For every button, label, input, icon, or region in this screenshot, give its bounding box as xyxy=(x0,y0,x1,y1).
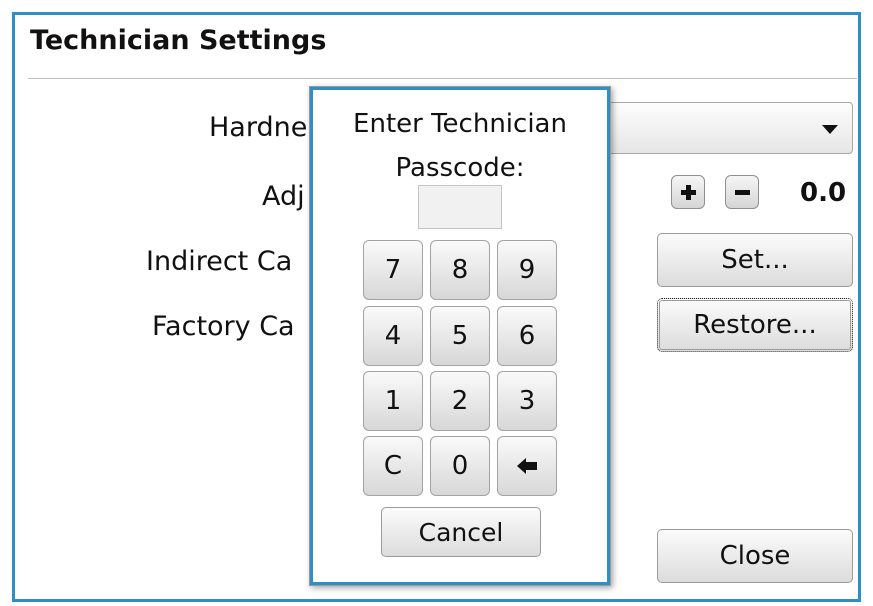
increment-button[interactable] xyxy=(671,175,705,209)
adjust-label: Adj xyxy=(262,181,305,212)
window-title: Technician Settings xyxy=(30,25,327,56)
key-5[interactable]: 5 xyxy=(430,306,490,366)
hardness-label: Hardne xyxy=(209,112,308,143)
key-6[interactable]: 6 xyxy=(497,306,557,366)
title-divider xyxy=(28,78,857,79)
key-1[interactable]: 1 xyxy=(363,371,423,431)
arrow-left-icon xyxy=(517,458,537,474)
cancel-button[interactable]: Cancel xyxy=(381,507,541,557)
set-button[interactable]: Set... xyxy=(657,233,853,287)
key-9[interactable]: 9 xyxy=(497,240,557,300)
dialog-title-line1: Enter Technician xyxy=(353,109,567,139)
passcode-input[interactable] xyxy=(418,185,502,229)
chevron-down-icon xyxy=(822,125,838,134)
close-button[interactable]: Close xyxy=(657,529,853,583)
key-4[interactable]: 4 xyxy=(363,306,423,366)
adjust-value: 0.0 xyxy=(800,178,847,208)
key-3[interactable]: 3 xyxy=(497,371,557,431)
passcode-dialog: Enter Technician Passcode: 7 8 9 4 5 6 1… xyxy=(309,86,611,586)
key-2[interactable]: 2 xyxy=(430,371,490,431)
hardness-dropdown[interactable] xyxy=(605,102,853,154)
dialog-title-line2: Passcode: xyxy=(395,153,525,183)
key-clear[interactable]: C xyxy=(363,436,423,496)
indirect-calibration-label: Indirect Ca xyxy=(146,246,293,277)
factory-calibration-label: Factory Ca xyxy=(152,311,295,342)
key-0[interactable]: 0 xyxy=(430,436,490,496)
restore-button[interactable]: Restore... xyxy=(657,298,853,352)
key-7[interactable]: 7 xyxy=(363,240,423,300)
key-8[interactable]: 8 xyxy=(430,240,490,300)
key-backspace[interactable] xyxy=(497,436,557,496)
decrement-button[interactable] xyxy=(725,175,759,209)
